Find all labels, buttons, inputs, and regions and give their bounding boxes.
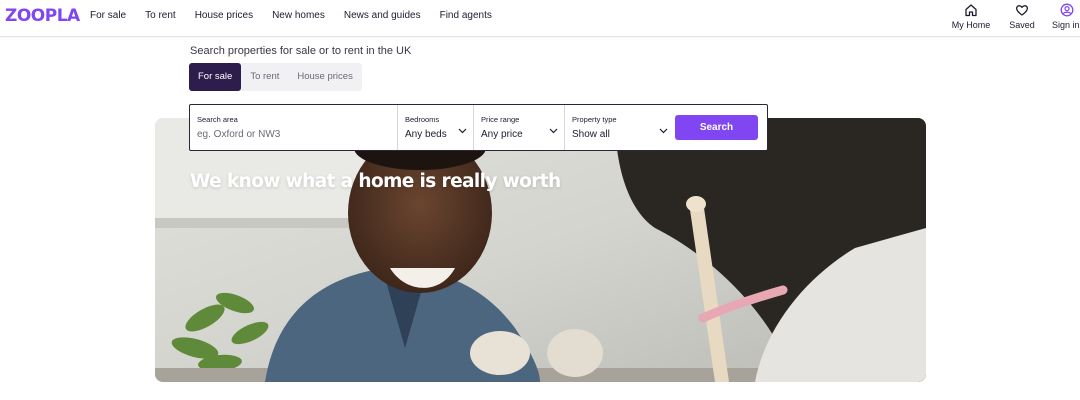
user-icon — [1059, 2, 1075, 18]
nav-house-prices[interactable]: House prices — [195, 10, 253, 21]
search-tabs: For sale To rent House prices — [189, 63, 362, 91]
chevron-down-icon — [659, 128, 668, 134]
search-area-input[interactable] — [197, 129, 387, 140]
chevron-down-icon — [549, 128, 558, 134]
hero-illustration — [155, 118, 926, 382]
nav-new-homes[interactable]: New homes — [272, 10, 325, 21]
saved-link[interactable]: Saved — [1007, 0, 1037, 37]
bedrooms-label: Bedrooms — [405, 115, 440, 124]
price-range-select[interactable]: Price range Any price — [474, 105, 565, 150]
main-nav: For sale To rent House prices New homes … — [90, 10, 511, 21]
site-header: ZOOPLA For sale To rent House prices New… — [0, 0, 1080, 37]
bedrooms-select[interactable]: Bedrooms Any beds — [398, 105, 474, 150]
sign-in-label: Sign in — [1052, 20, 1080, 30]
nav-for-sale[interactable]: For sale — [90, 10, 126, 21]
search-bar: Search area Bedrooms Any beds Price rang… — [189, 104, 768, 151]
heart-icon — [1014, 2, 1030, 18]
property-type-label: Property type — [572, 115, 617, 124]
sign-in-link[interactable]: Sign in — [1052, 0, 1080, 37]
search-button[interactable]: Search — [675, 115, 758, 140]
my-home-label: My Home — [951, 20, 991, 30]
tab-house-prices[interactable]: House prices — [288, 63, 361, 91]
price-range-value: Any price — [481, 129, 523, 140]
saved-label: Saved — [1009, 20, 1035, 30]
search-intro: Search properties for sale or to rent in… — [190, 45, 412, 57]
search-area-label: Search area — [197, 115, 238, 124]
property-type-select[interactable]: Property type Show all — [565, 105, 674, 150]
property-type-value: Show all — [572, 129, 610, 140]
tab-to-rent[interactable]: To rent — [241, 63, 288, 91]
nav-news-and-guides[interactable]: News and guides — [344, 10, 421, 21]
hero-title: We know what a home is really worth — [190, 171, 561, 192]
nav-to-rent[interactable]: To rent — [145, 10, 176, 21]
my-home-link[interactable]: My Home — [951, 0, 991, 37]
house-icon — [963, 2, 979, 18]
search-area-field[interactable]: Search area — [190, 105, 398, 150]
tab-for-sale[interactable]: For sale — [189, 63, 242, 91]
hero-image — [155, 118, 926, 382]
zoopla-logo[interactable]: ZOOPLA — [5, 6, 80, 26]
price-range-label: Price range — [481, 115, 520, 124]
chevron-down-icon — [458, 128, 467, 134]
nav-find-agents[interactable]: Find agents — [440, 10, 492, 21]
bedrooms-value: Any beds — [405, 129, 447, 140]
